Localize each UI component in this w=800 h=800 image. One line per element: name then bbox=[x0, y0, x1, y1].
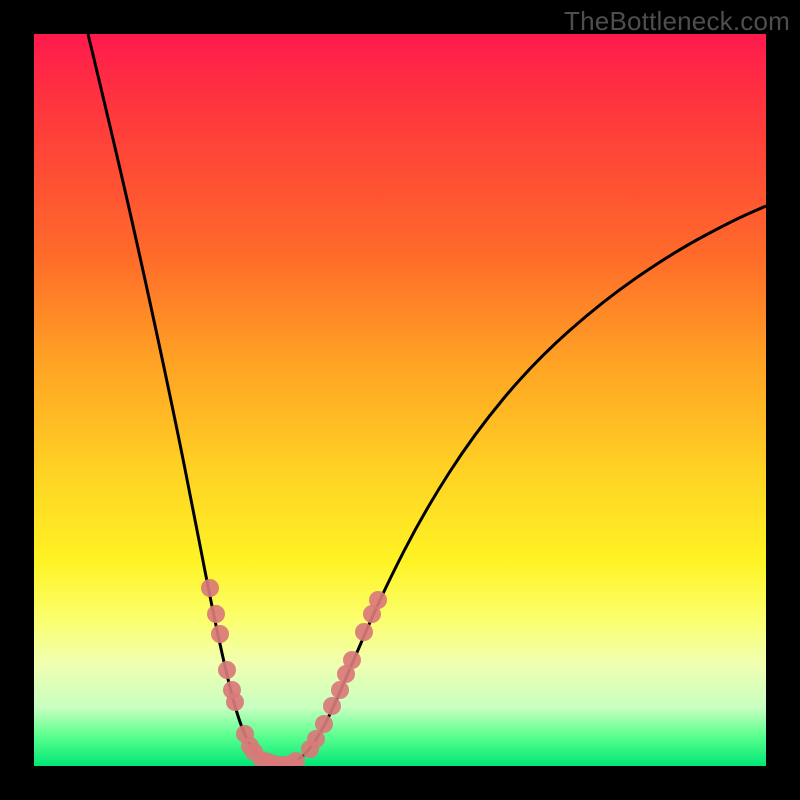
data-marker bbox=[331, 681, 349, 699]
data-marker bbox=[323, 697, 341, 715]
data-marker bbox=[207, 605, 225, 623]
data-marker bbox=[315, 715, 333, 733]
data-marker bbox=[343, 651, 361, 669]
data-marker bbox=[369, 591, 387, 609]
bottleneck-curve bbox=[88, 34, 766, 765]
plot-area bbox=[34, 34, 766, 766]
data-marker bbox=[287, 752, 305, 766]
marker-cluster-left bbox=[201, 579, 305, 766]
data-marker bbox=[201, 579, 219, 597]
data-marker bbox=[211, 625, 229, 643]
marker-cluster-right bbox=[301, 591, 387, 758]
watermark-text: TheBottleneck.com bbox=[564, 6, 790, 37]
data-marker bbox=[226, 693, 244, 711]
chart-svg bbox=[34, 34, 766, 766]
data-marker bbox=[355, 623, 373, 641]
chart-frame: TheBottleneck.com bbox=[0, 0, 800, 800]
data-marker bbox=[218, 661, 236, 679]
